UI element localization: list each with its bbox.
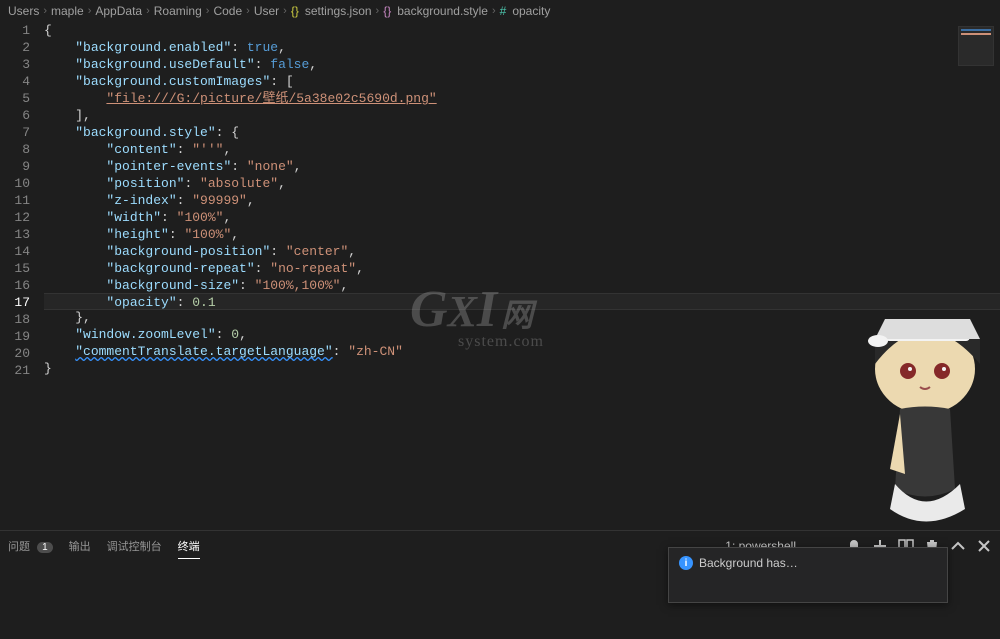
breadcrumb-item[interactable]: Users bbox=[8, 4, 39, 18]
info-icon: i bbox=[679, 556, 693, 570]
breadcrumb-file[interactable]: settings.json bbox=[305, 4, 372, 18]
chevron-right-icon: › bbox=[88, 5, 92, 17]
tab-problems[interactable]: 问题 1 bbox=[8, 534, 53, 558]
breadcrumb[interactable]: Users› maple› AppData› Roaming› Code› Us… bbox=[0, 0, 1000, 22]
breadcrumb-item[interactable]: Code bbox=[213, 4, 242, 18]
breadcrumb-item[interactable]: maple bbox=[51, 4, 84, 18]
chevron-right-icon: › bbox=[283, 5, 287, 17]
breadcrumb-item[interactable]: AppData bbox=[95, 4, 142, 18]
bottom-panel: 问题 1 输出 调试控制台 终端 1: powershell i Backgro… bbox=[0, 530, 1000, 639]
close-icon[interactable] bbox=[976, 538, 992, 554]
minimap[interactable] bbox=[958, 26, 994, 66]
line-number-gutter: 1234 5678 9101112 13141516 17181920 21 bbox=[0, 22, 44, 530]
chevron-right-icon: › bbox=[492, 5, 496, 17]
editor-area[interactable]: 1234 5678 9101112 13141516 17181920 21 {… bbox=[0, 22, 1000, 530]
tab-debug-console[interactable]: 调试控制台 bbox=[107, 534, 162, 558]
tab-terminal[interactable]: 终端 bbox=[178, 534, 200, 559]
json-file-icon: {} bbox=[291, 4, 299, 18]
code-content[interactable]: { "background.enabled": true, "backgroun… bbox=[44, 22, 1000, 530]
tab-output[interactable]: 输出 bbox=[69, 534, 91, 558]
chevron-right-icon: › bbox=[376, 5, 380, 17]
notification-toast[interactable]: i Background has… bbox=[668, 547, 948, 603]
breadcrumb-item[interactable]: User bbox=[254, 4, 279, 18]
json-object-icon: {} bbox=[383, 4, 391, 18]
breadcrumb-item[interactable]: Roaming bbox=[154, 4, 202, 18]
file-url-link[interactable]: "file:///G:/picture/壁纸/5a38e02c5690d.png… bbox=[106, 91, 436, 106]
breadcrumb-symbol[interactable]: opacity bbox=[512, 4, 550, 18]
hash-icon: # bbox=[500, 4, 507, 18]
notification-text: Background has… bbox=[699, 556, 798, 570]
chevron-right-icon: › bbox=[146, 5, 150, 17]
chevron-right-icon: › bbox=[206, 5, 210, 17]
problems-count-badge: 1 bbox=[37, 542, 53, 553]
chevron-right-icon: › bbox=[43, 5, 47, 17]
chevron-right-icon: › bbox=[246, 5, 250, 17]
breadcrumb-symbol[interactable]: background.style bbox=[397, 4, 488, 18]
chevron-up-icon[interactable] bbox=[950, 538, 966, 554]
